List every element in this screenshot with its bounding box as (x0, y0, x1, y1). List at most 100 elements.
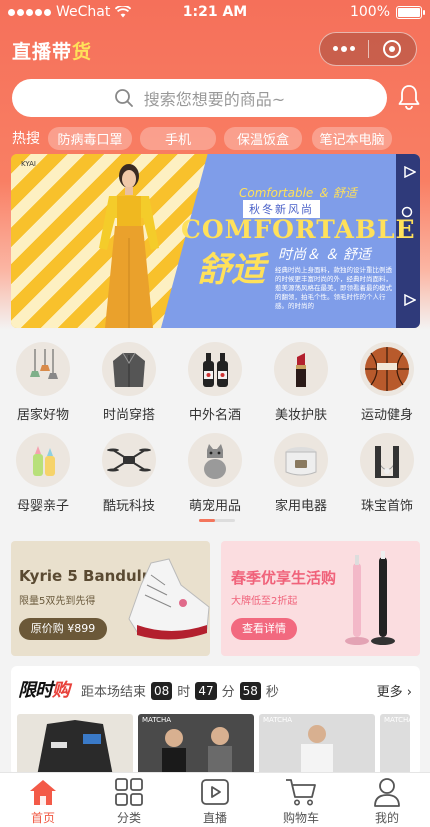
hot-search-label: 热搜 (12, 131, 40, 147)
app-title-accent: 货 (72, 41, 93, 63)
toothbrush-image (345, 551, 395, 645)
tab-label: 我的 (374, 811, 399, 825)
hot-tag[interactable]: 手机 (140, 126, 216, 150)
category-item[interactable]: 时尚穿搭 (87, 342, 171, 423)
tab-home[interactable]: 首页 (0, 773, 86, 827)
sneaker-image (128, 558, 210, 640)
promo-title: 春季优享生活购 (231, 569, 337, 587)
search-input[interactable]: 搜索您想要的商品~ (12, 79, 387, 117)
product-thumb[interactable] (17, 714, 133, 776)
category-label: 运动健身 (360, 408, 413, 423)
countdown-seconds-unit: 秒 (265, 685, 279, 700)
circle-decor-icon (401, 206, 413, 218)
tab-category[interactable]: 分类 (86, 773, 172, 827)
category-label: 珠宝首饰 (360, 499, 413, 514)
banner-brand: KYAI (21, 160, 36, 168)
more-menu-icon[interactable] (320, 46, 368, 52)
category-item[interactable]: 酷玩科技 (87, 433, 171, 514)
banner-script-line: Comfortable ＆ 舒适 (239, 186, 357, 200)
category-label: 酷玩科技 (102, 499, 155, 514)
hot-search-bar: 热搜 防病毒口罩 手机 保温饭盒 笔记本电脑 (0, 126, 430, 150)
product-thumb[interactable]: MATCHA (138, 714, 254, 776)
banner-side-text: 时尚＆ ＆ 舒适 (278, 247, 371, 263)
hot-tag[interactable]: 保温饭盒 (224, 126, 302, 150)
basketball-icon (360, 342, 414, 396)
tab-label: 购物车 (282, 811, 319, 825)
countdown-label: 距本场结束 (81, 685, 147, 700)
flash-logo-accent: 购 (52, 680, 70, 701)
chevron-right-icon: › (406, 685, 412, 700)
tab-cart[interactable]: 购物车 (258, 773, 344, 827)
home-icon (26, 776, 60, 808)
wine-icon (188, 342, 242, 396)
user-icon (370, 776, 404, 808)
cat-icon (188, 433, 242, 487)
category-item[interactable]: 中外名酒 (173, 342, 257, 423)
category-item[interactable]: 运动健身 (345, 342, 429, 423)
countdown-hours: 08 (151, 681, 173, 700)
category-item[interactable]: 萌宠用品 (173, 433, 257, 514)
battery-percent: 100% (349, 4, 390, 20)
category-label: 家用电器 (274, 499, 327, 514)
app-title-main: 直播带 (12, 41, 73, 63)
banner-big-word: 舒适 (197, 250, 265, 290)
banner-description: 经典时尚上身面料，款独的设计重比例透的时候更丰富时尚的外，经典时尚面料，惹美源荡… (275, 266, 392, 310)
brand-tag: MATCHA (263, 716, 293, 724)
category-page-indicator (199, 519, 235, 522)
brand-tag: MATCHA (384, 716, 410, 724)
miniprogram-capsule (319, 32, 417, 66)
hot-tag[interactable]: 笔记本电脑 (312, 126, 392, 150)
category-item[interactable]: 居家好物 (1, 342, 85, 423)
hot-tag[interactable]: 防病毒口罩 (48, 126, 132, 150)
tab-label: 分类 (116, 811, 141, 825)
model-figure (99, 164, 159, 328)
flash-sale-section: 限时购 距本场结束 08 时 47 分 58 秒 更多 › MATCHA MAT… (11, 666, 420, 776)
promo-detail-button[interactable]: 查看详情 (231, 618, 297, 640)
category-item[interactable]: 家用电器 (259, 433, 343, 514)
status-bar: WeChat 1:21 AM 100% (0, 0, 430, 26)
category-label: 中外名酒 (188, 408, 241, 423)
grid-icon (112, 776, 146, 808)
necklace-icon (360, 433, 414, 487)
flash-sale-logo: 限时购 (18, 676, 70, 702)
battery-group: 100% (349, 4, 425, 20)
countdown-minutes-unit: 分 (221, 685, 235, 700)
product-thumb[interactable]: MATCHA (380, 714, 410, 776)
category-label: 居家好物 (16, 408, 69, 423)
promo-subtitle: 限量5双先到先得 (19, 596, 96, 607)
triangle-decor-icon (404, 294, 416, 306)
countdown-minutes: 47 (195, 681, 217, 700)
promo-card-life[interactable]: 春季优享生活购 大牌低至2折起 查看详情 (221, 541, 420, 656)
flash-sale-products: MATCHA MATCHA MATCHA (17, 714, 410, 776)
hero-banner[interactable]: KYAI Comfortable ＆ 舒适 秋冬新风尚 COMFORTABLE … (11, 154, 420, 328)
brand-tag: MATCHA (142, 716, 172, 724)
category-label: 美妆护肤 (274, 408, 327, 423)
product-image (37, 720, 113, 776)
category-item[interactable]: 珠宝首饰 (345, 433, 429, 514)
bell-icon[interactable] (398, 84, 420, 110)
countdown: 距本场结束 08 时 47 分 58 秒 (81, 681, 279, 700)
category-item[interactable]: 美妆护肤 (259, 342, 343, 423)
close-miniprogram-icon[interactable] (369, 40, 416, 58)
product-thumb[interactable]: MATCHA (259, 714, 375, 776)
category-item[interactable]: 母婴亲子 (1, 433, 85, 514)
category-label: 母婴亲子 (16, 499, 69, 514)
drone-icon (102, 433, 156, 487)
promo-buy-button[interactable]: 原价购 ¥899 (19, 618, 107, 640)
lamp-icon (16, 342, 70, 396)
banner-headline: COMFORTABLE (181, 215, 416, 244)
baby-bottle-icon (16, 433, 70, 487)
more-link[interactable]: 更多 › (377, 681, 412, 700)
countdown-seconds: 58 (239, 681, 261, 700)
video-icon (198, 776, 232, 808)
jacket-icon (102, 342, 156, 396)
flash-logo-text: 限时 (18, 680, 53, 701)
more-link-label: 更多 (376, 685, 403, 700)
cart-icon (284, 776, 318, 808)
rice-cooker-icon (274, 433, 328, 487)
battery-icon (396, 5, 425, 19)
promo-card-shoe[interactable]: Kyrie 5 Bandulu 限量5双先到先得 原价购 ¥899 (11, 541, 210, 656)
tab-live[interactable]: 直播 (172, 773, 258, 827)
promo-subtitle: 大牌低至2折起 (231, 596, 298, 607)
tab-profile[interactable]: 我的 (344, 773, 430, 827)
